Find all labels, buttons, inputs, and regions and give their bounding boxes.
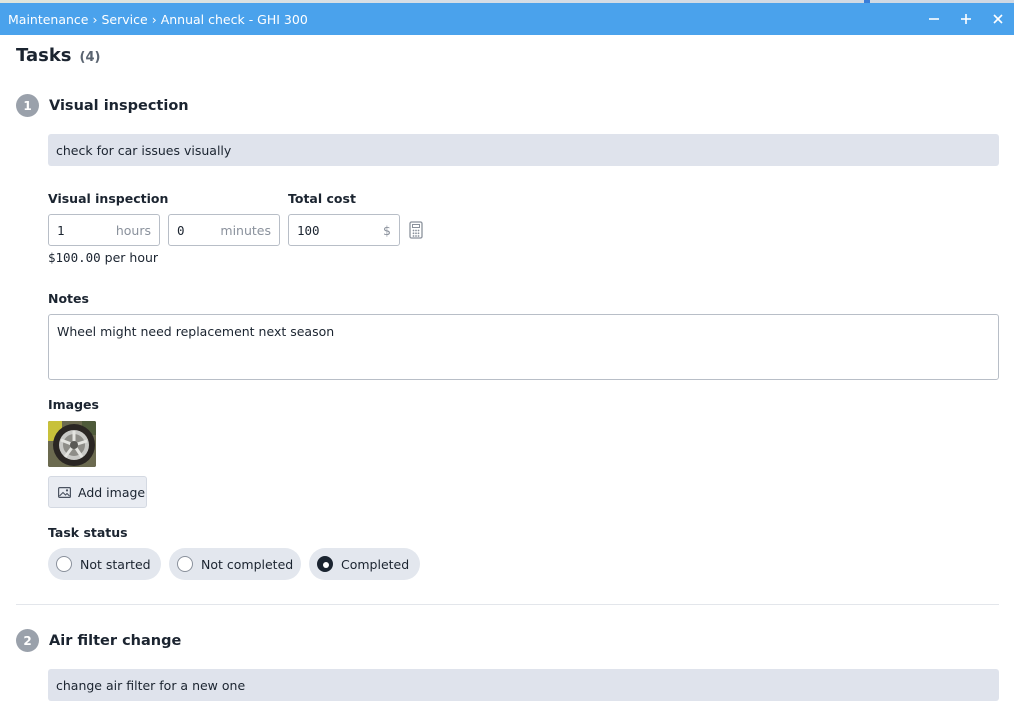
window-titlebar: Maintenance › Service › Annual check - G… bbox=[0, 3, 1014, 35]
breadcrumb-item-maintenance[interactable]: Maintenance bbox=[8, 12, 89, 27]
status-option-label: Completed bbox=[341, 556, 410, 572]
task-header-2: 2 Air filter change bbox=[16, 629, 181, 652]
status-option-completed[interactable]: Completed bbox=[309, 548, 420, 580]
calculator-icon[interactable] bbox=[409, 221, 423, 239]
hourly-rate: $100.00 per hour bbox=[48, 250, 158, 265]
total-cost-input[interactable]: 100 $ bbox=[288, 214, 400, 246]
image-icon bbox=[58, 486, 71, 498]
status-option-label: Not started bbox=[80, 556, 151, 572]
breadcrumb-separator: › bbox=[92, 11, 98, 27]
hours-input[interactable]: 1 hours bbox=[48, 214, 160, 246]
time-label: Visual inspection bbox=[48, 191, 169, 206]
hourly-rate-amount: $100.00 bbox=[48, 250, 101, 265]
minimize-icon bbox=[929, 18, 939, 20]
minutes-input[interactable]: 0 minutes bbox=[168, 214, 280, 246]
radio-unchecked-icon bbox=[56, 556, 72, 572]
minimize-button[interactable] bbox=[918, 3, 950, 35]
close-button[interactable] bbox=[982, 3, 1014, 35]
notes-textarea[interactable]: Wheel might need replacement next season bbox=[48, 314, 999, 380]
images-label: Images bbox=[48, 397, 99, 412]
hours-value: 1 bbox=[57, 222, 65, 238]
task-number-badge: 1 bbox=[16, 94, 39, 117]
notes-label: Notes bbox=[48, 291, 89, 306]
add-image-label: Add image bbox=[78, 484, 146, 500]
status-option-not-started[interactable]: Not started bbox=[48, 548, 161, 580]
tasks-header: Tasks (4) bbox=[16, 45, 100, 66]
hourly-rate-suffix: per hour bbox=[104, 250, 159, 265]
total-cost-label: Total cost bbox=[288, 191, 356, 206]
radio-checked-icon bbox=[317, 556, 333, 572]
total-cost-value: 100 bbox=[297, 222, 320, 238]
hours-unit: hours bbox=[115, 222, 151, 238]
task-status-label: Task status bbox=[48, 525, 128, 540]
status-option-label: Not completed bbox=[201, 556, 294, 572]
breadcrumb-item-service[interactable]: Service bbox=[102, 12, 148, 27]
add-image-button[interactable]: Add image bbox=[48, 476, 147, 508]
task-description: check for car issues visually bbox=[48, 134, 999, 166]
wheel-image bbox=[48, 421, 96, 467]
task-header-1: 1 Visual inspection bbox=[16, 94, 189, 117]
maximize-button[interactable] bbox=[950, 3, 982, 35]
task-editor: Tasks (4) 1 Visual inspection check for … bbox=[0, 35, 1014, 716]
status-option-not-completed[interactable]: Not completed bbox=[169, 548, 301, 580]
currency-unit: $ bbox=[383, 222, 391, 238]
minutes-value: 0 bbox=[177, 222, 185, 238]
task-divider bbox=[16, 604, 999, 605]
task-number-badge: 2 bbox=[16, 629, 39, 652]
task-description: change air filter for a new one bbox=[48, 669, 999, 701]
task-count: (4) bbox=[79, 50, 101, 65]
breadcrumb-item-current: Annual check - GHI 300 bbox=[160, 11, 308, 27]
minutes-unit: minutes bbox=[220, 222, 271, 238]
close-icon bbox=[993, 14, 1003, 24]
maximize-icon bbox=[961, 14, 971, 24]
breadcrumb-separator: › bbox=[151, 11, 157, 27]
page-title: Tasks bbox=[16, 45, 72, 66]
wheel-image-thumbnail[interactable] bbox=[48, 421, 96, 467]
radio-unchecked-icon bbox=[177, 556, 193, 572]
breadcrumb: Maintenance › Service › Annual check - G… bbox=[8, 12, 918, 27]
task-title: Air filter change bbox=[49, 632, 182, 649]
task-title: Visual inspection bbox=[49, 97, 189, 114]
